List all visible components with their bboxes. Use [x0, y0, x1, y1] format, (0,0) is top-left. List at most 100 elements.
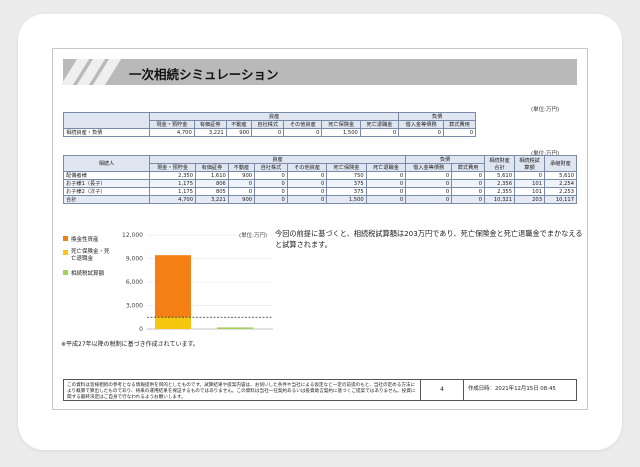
bar-segment — [155, 255, 191, 318]
total-row: 合計 4,700 3,221 900 0 0 1,500 0 0 0 10,321 203 10,117 — [63, 195, 577, 204]
table-cell: 0 — [405, 187, 453, 196]
total-cell: 5,610 — [484, 171, 515, 180]
legend-label: 相続税試算額 — [71, 271, 105, 278]
col-header: 自社株式 — [251, 120, 285, 129]
table-cell: 750 — [326, 171, 367, 180]
page-number: 4 — [420, 380, 464, 401]
tax-cell: 101 — [514, 187, 545, 196]
table-cell: 0 — [286, 179, 328, 188]
net-cell: 2,254 — [544, 179, 577, 188]
legend-label: 死亡保険金・死亡退職金 — [71, 249, 110, 263]
table-cell: 1,175 — [148, 179, 197, 188]
legend-swatch — [63, 250, 68, 255]
table-cell: 1,500 — [321, 128, 361, 137]
table-cell: 0 — [365, 195, 407, 204]
tax-cell: 0 — [514, 171, 545, 180]
col-header: その他資産 — [283, 120, 323, 129]
table-cell: 900 — [227, 171, 256, 180]
tax-cell: 101 — [514, 179, 545, 188]
heir-name: 合計 — [63, 195, 150, 204]
bar-segment — [155, 317, 191, 329]
legend-item: 相続税試算額 — [63, 269, 111, 277]
asset-table: 資産 負債 現金・預貯金 有価証券 不動産 自社株式 その他資産 死亡保険金 死亡退職金 借入… — [63, 112, 477, 137]
net-header: 承継財産 — [544, 155, 577, 172]
col-header: 借入金等債務 — [405, 163, 453, 172]
col-header: 不動産 — [225, 120, 253, 129]
col-header: 自社株式 — [254, 163, 288, 172]
table-cell: 2,350 — [148, 171, 197, 180]
asset-group-header: 資産 — [148, 155, 407, 164]
table-cell: 0 — [451, 171, 485, 180]
table-cell: 0 — [365, 179, 407, 188]
table-cell: 4,700 — [148, 195, 197, 204]
total-cell: 2,356 — [484, 179, 515, 188]
table-cell: 3,221 — [193, 128, 227, 137]
y-tick-label: 9,000 — [126, 256, 143, 263]
net-cell: 2,253 — [544, 187, 577, 196]
created-date: 作成日時：2021年12月15日 08:45 — [468, 386, 556, 392]
col-header: 死亡退職金 — [365, 163, 407, 172]
legend-item: 換金性資産 — [63, 235, 111, 243]
y-tick-label: 0 — [139, 326, 143, 333]
row-label: 相続資産・負債 — [63, 128, 150, 137]
y-tick-label: 6,000 — [126, 279, 143, 286]
table-cell: 0 — [254, 187, 288, 196]
table-cell: 900 — [227, 195, 256, 204]
table-row: 相続資産・負債 4,700 3,221 900 0 0 1,500 0 0 0 — [63, 128, 477, 137]
table-cell: 0 — [451, 179, 485, 188]
unit-label: (単位:万円) — [531, 107, 560, 113]
table-row: お子様2（次子） 1,175 805 0 0 0 375 0 0 0 2,355 101 2,253 — [63, 187, 577, 196]
heir-name: お子様2（次子） — [63, 187, 150, 196]
chart-legend: 換金性資産 死亡保険金・死亡退職金 相続税試算額 — [63, 235, 111, 283]
table-cell: 0 — [451, 187, 485, 196]
table-cell: 375 — [326, 179, 367, 188]
table-cell: 0 — [365, 187, 407, 196]
table-cell: 1,610 — [195, 171, 229, 180]
table-cell: 0 — [442, 128, 477, 137]
inheritance-chart: (単位:万円) 12,0009,0006,0003,0000 — [122, 231, 273, 333]
table-cell: 0 — [254, 179, 288, 188]
col-header: 有価証券 — [195, 163, 229, 172]
legend-swatch — [63, 236, 68, 241]
col-header: 死亡退職金 — [359, 120, 400, 129]
table-cell: 0 — [365, 171, 407, 180]
table-cell: 0 — [405, 179, 453, 188]
heir-table: 相続人 資産 負債 相続財産合計 相続税試算額 承継財産 現金・預貯金 有価証券不… — [63, 155, 577, 204]
legend-item: 死亡保険金・死亡退職金 — [63, 249, 111, 263]
col-header: 葬式費用 — [451, 163, 485, 172]
disclaimer: この資料は皆様相続の参考となる情報提供を目的としたものです。試算結果や提案内容は… — [67, 383, 416, 401]
table-cell: 0 — [254, 171, 288, 180]
table-cell: 805 — [195, 187, 229, 196]
table-row: お子様1（長子） 1,175 806 0 0 0 375 0 0 0 2,356 101 2,254 — [63, 179, 577, 188]
table-cell: 0 — [286, 195, 328, 204]
table-cell: 1,500 — [326, 195, 367, 204]
table-cell: 0 — [251, 128, 285, 137]
table-cell: 806 — [195, 179, 229, 188]
table-cell: 1,175 — [148, 187, 197, 196]
tax-note: ※平成27年以降の税制に基づき作成されています。 — [61, 341, 199, 348]
heir-name: 配偶者様 — [63, 171, 150, 180]
col-header: 借入金等債務 — [398, 120, 444, 129]
net-cell: 10,117 — [544, 195, 577, 204]
table-cell: 0 — [359, 128, 400, 137]
page-title: 一次相続シミュレーション — [129, 67, 279, 82]
heir-name: お子様1（長子） — [63, 179, 150, 188]
table-cell: 900 — [225, 128, 253, 137]
table-cell: 3,221 — [195, 195, 229, 204]
title-banner: 一次相続シミュレーション — [60, 59, 577, 85]
table-cell: 0 — [227, 179, 256, 188]
net-cell: 5,610 — [544, 171, 577, 180]
liability-group-header: 負債 — [398, 112, 476, 121]
col-header: 死亡保険金 — [321, 120, 361, 129]
table-cell: 4,700 — [149, 128, 195, 137]
asset-table-corner — [63, 112, 150, 129]
table-cell: 0 — [451, 195, 485, 204]
table-cell: 0 — [254, 195, 288, 204]
legend-swatch — [63, 270, 68, 276]
legend-label: 換金性資産 — [71, 237, 99, 243]
liability-group-header: 負債 — [405, 155, 485, 164]
y-tick-label: 3,000 — [126, 303, 143, 310]
table-row: 配偶者様 2,350 1,610 900 0 0 750 0 0 0 5,610 0 5,610 — [63, 171, 577, 180]
col-header: 有価証券 — [193, 120, 227, 129]
total-cell: 2,355 — [484, 187, 515, 196]
